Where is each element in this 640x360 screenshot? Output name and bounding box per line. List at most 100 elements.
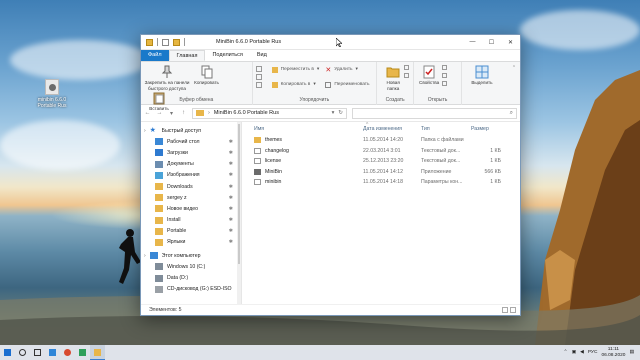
expand-chevron-icon[interactable]: › — [144, 253, 146, 259]
nav-item[interactable]: Install ✱ — [141, 215, 241, 226]
copy-button[interactable]: Копировать — [192, 65, 222, 86]
close-button[interactable]: ✕ — [501, 35, 520, 50]
rename-button[interactable]: Переименовать — [325, 80, 370, 89]
pin-icon[interactable]: ✱ — [229, 161, 233, 167]
nav-drive[interactable]: CD-дисковод (G:) ESD-ISO — [141, 284, 241, 295]
edit-icon[interactable] — [442, 73, 448, 78]
address-dropdown-icon[interactable]: ▾ — [332, 110, 335, 116]
copy-path-icon[interactable] — [255, 74, 262, 80]
task-view-button[interactable] — [30, 345, 45, 360]
clock[interactable]: 11:11 06.08.2020 — [601, 347, 625, 357]
language-indicator[interactable]: РУС — [588, 350, 598, 355]
refresh-icon[interactable]: ↻ — [338, 110, 343, 116]
move-to-button[interactable]: Переместить в ▾ — [271, 65, 319, 74]
drive-icon — [155, 274, 163, 282]
open-icon[interactable] — [442, 65, 448, 70]
pin-icon[interactable]: ✱ — [229, 139, 233, 145]
easy-access-icon[interactable] — [404, 73, 410, 78]
delete-button[interactable]: ✕ Удалить ▾ — [325, 65, 369, 74]
nav-item[interactable]: Новое видео ✱ — [141, 203, 241, 214]
tab-home[interactable]: Главная — [168, 50, 206, 61]
expand-chevron-icon[interactable]: › — [144, 128, 146, 134]
nav-drive[interactable]: Data (D:) — [141, 272, 241, 283]
open-group: Свойства Открыть — [414, 62, 462, 105]
network-icon[interactable]: ▣ — [572, 350, 577, 355]
pin-icon[interactable]: ✱ — [229, 206, 233, 212]
nav-item[interactable]: Portable ✱ — [141, 226, 241, 237]
properties-button[interactable]: Свойства — [417, 65, 441, 86]
pin-quick-access-button[interactable]: Закрепить на панели быстрого доступа — [144, 65, 190, 91]
tray-chevron-icon[interactable]: ⌃ — [564, 350, 568, 355]
taskbar-explorer[interactable] — [90, 345, 105, 360]
nav-item[interactable]: Изображения ✱ — [141, 170, 241, 181]
notifications-icon[interactable]: ▤ — [629, 350, 634, 355]
folder-icon — [155, 205, 163, 213]
minimize-button[interactable]: — — [463, 35, 482, 50]
file-row[interactable]: themes 11.05.2014 14:20 Папка с файлами — [242, 135, 520, 146]
details-view-icon[interactable] — [502, 306, 508, 313]
cut-tools — [255, 65, 266, 89]
column-date[interactable]: Дата изменения — [363, 126, 421, 132]
pin-icon[interactable]: ✱ — [229, 239, 233, 245]
pictures-icon — [155, 171, 163, 179]
nav-drive[interactable]: Windows 10 (C:) — [141, 261, 241, 272]
address-bar[interactable]: › MiniBin 6.6.0 Portable Rus ▾ ↻ — [192, 107, 347, 119]
nav-item[interactable]: Загрузки ✱ — [141, 147, 241, 158]
scrollbar-thumb[interactable] — [238, 124, 240, 264]
search-taskbar-button[interactable] — [15, 345, 30, 360]
breadcrumb-chevron-icon[interactable]: › — [208, 110, 210, 116]
address-path[interactable]: MiniBin 6.6.0 Portable Rus — [214, 110, 279, 116]
navigation-bar: ← → ▾ ↑ › MiniBin 6.6.0 Portable Rus ▾ ↻… — [141, 105, 520, 122]
volume-icon[interactable]: ◀ — [580, 350, 584, 355]
taskbar-app-3[interactable] — [75, 345, 90, 360]
paste-shortcut-icon[interactable] — [255, 82, 262, 88]
clipboard-group: Закрепить на панели быстрого доступа Коп… — [141, 62, 253, 111]
title-bar[interactable]: MiniBin 6.6.0 Portable Rus — ☐ ✕ — [141, 35, 520, 50]
nav-item[interactable]: sergey z ✱ — [141, 192, 241, 203]
file-name-cell: themes — [242, 137, 363, 144]
nav-scrollbar[interactable] — [237, 122, 241, 304]
file-size: 566 КБ — [484, 168, 501, 175]
new-folder-quick-icon[interactable] — [173, 38, 180, 46]
large-icons-view-icon[interactable] — [510, 306, 516, 313]
nav-quick-access[interactable]: › ★ Быстрый доступ — [141, 125, 241, 136]
select-button[interactable]: Выделить — [465, 65, 499, 86]
desktop-icon-minibin[interactable]: minibin 6.6.0 Portable Rus — [34, 79, 70, 109]
up-icon[interactable]: ↑ — [180, 110, 187, 116]
nav-item[interactable]: Downloads ✱ — [141, 181, 241, 192]
ribbon-collapse[interactable]: ⌃ — [508, 62, 520, 104]
file-row[interactable]: minibin 11.05.2014 14:18 Параметры кон... 1… — [242, 177, 520, 188]
cut-icon[interactable] — [255, 66, 262, 72]
copy-to-button[interactable]: Копировать в ▾ — [271, 80, 320, 89]
file-row[interactable]: MiniBin 11.05.2014 14:12 Приложение 566 КБ — [242, 167, 520, 178]
pin-icon[interactable]: ✱ — [229, 195, 233, 201]
pin-icon[interactable]: ✱ — [229, 172, 233, 178]
nav-item[interactable]: Документы ✱ — [141, 159, 241, 170]
maximize-button[interactable]: ☐ — [482, 35, 501, 50]
nav-item[interactable]: Ярлыки ✱ — [141, 237, 241, 248]
file-row[interactable]: changelog 22.03.2014 3:01 Текстовый док...… — [242, 146, 520, 157]
tab-share[interactable]: Поделиться — [205, 50, 249, 61]
column-size[interactable]: Размер — [471, 126, 501, 132]
column-type[interactable]: Тип — [421, 126, 471, 132]
start-button[interactable] — [0, 345, 15, 360]
taskbar: ⌃ ▣ ◀ РУС 11:11 06.08.2020 ▤ — [0, 345, 640, 360]
column-name[interactable]: Имя — [242, 126, 363, 132]
taskbar-app-2[interactable] — [60, 345, 75, 360]
tab-view[interactable]: Вид — [250, 50, 274, 61]
properties-quick-icon[interactable] — [162, 38, 169, 46]
search-input[interactable]: ⌕ — [352, 107, 517, 119]
new-item-icon[interactable] — [404, 65, 410, 70]
history-icon[interactable] — [442, 81, 448, 86]
pin-icon[interactable]: ✱ — [229, 217, 233, 223]
file-row[interactable]: license 25.12.2013 23:20 Текстовый док... 1… — [242, 156, 520, 167]
pin-icon[interactable]: ✱ — [229, 228, 233, 234]
pin-icon[interactable]: ✱ — [229, 150, 233, 156]
nav-item[interactable]: Рабочий стол ✱ — [141, 136, 241, 147]
nav-this-pc[interactable]: › Этот компьютер — [141, 250, 241, 261]
tab-file[interactable]: Файл — [141, 50, 169, 61]
taskbar-app-1[interactable] — [45, 345, 60, 360]
pin-icon[interactable]: ✱ — [229, 184, 233, 190]
move-to-icon — [271, 66, 278, 73]
new-folder-button[interactable]: Новая папка — [380, 65, 406, 91]
